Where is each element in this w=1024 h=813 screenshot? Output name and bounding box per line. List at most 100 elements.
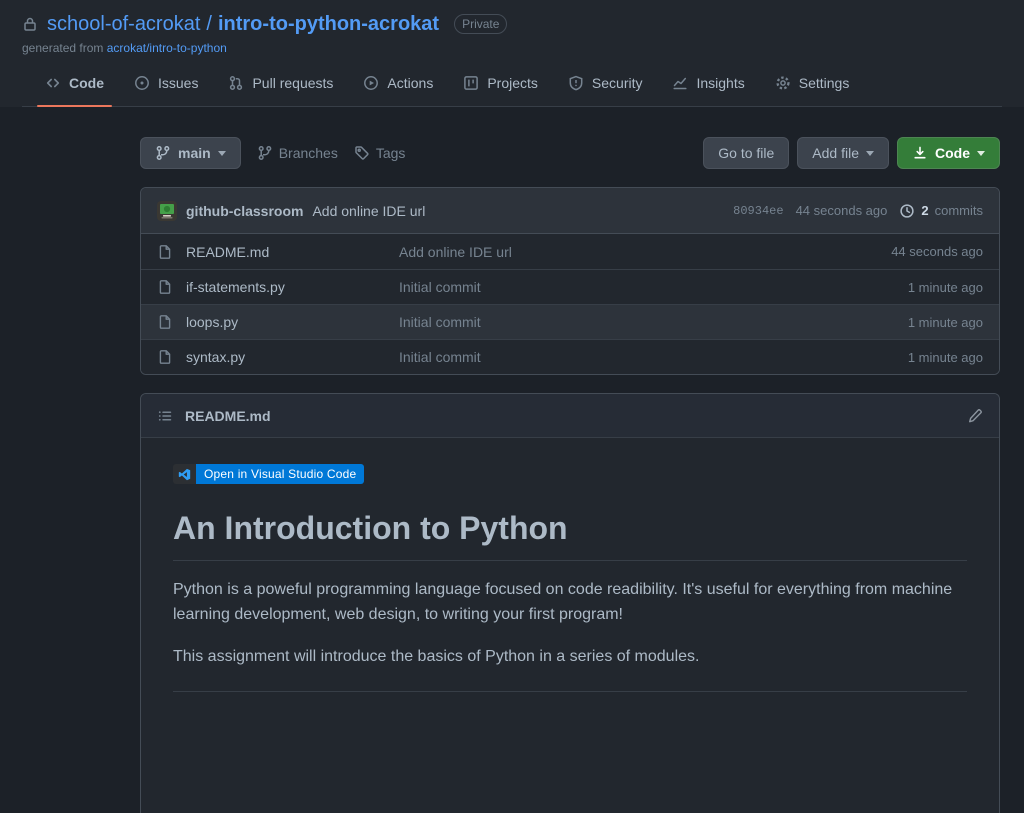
- file-commit-time: 1 minute ago: [908, 350, 983, 365]
- repo-breadcrumb: school-of-acrokat / intro-to-python-acro…: [47, 10, 439, 38]
- table-row[interactable]: README.md Add online IDE url 44 seconds …: [141, 234, 999, 269]
- file-name-link[interactable]: if-statements.py: [186, 279, 399, 295]
- code-button-label: Code: [935, 143, 970, 163]
- add-file-button[interactable]: Add file: [797, 137, 889, 169]
- graph-icon: [672, 75, 688, 91]
- add-file-label: Add file: [812, 143, 859, 163]
- download-icon: [912, 145, 928, 161]
- file-icon: [157, 349, 173, 365]
- tab-label: Code: [69, 75, 104, 91]
- commit-author-link[interactable]: github-classroom: [186, 203, 303, 219]
- main-content: main Branches T: [0, 107, 1024, 813]
- readme-box: README.md Open in Visual Studio Code: [140, 393, 1000, 813]
- tab-label: Actions: [387, 75, 433, 91]
- branch-name: main: [178, 143, 211, 163]
- tag-icon: [354, 145, 370, 161]
- repo-name-link[interactable]: intro-to-python-acrokat: [218, 10, 439, 38]
- file-commit-message-link[interactable]: Initial commit: [399, 349, 908, 365]
- latest-commit-bar: github-classroom Add online IDE url 8093…: [141, 188, 999, 234]
- file-browser-box: github-classroom Add online IDE url 8093…: [140, 187, 1000, 375]
- commit-count: 2: [921, 203, 928, 218]
- pull-request-icon: [228, 75, 244, 91]
- tab-label: Issues: [158, 75, 198, 91]
- file-commit-message-link[interactable]: Initial commit: [399, 314, 908, 330]
- tab-actions[interactable]: Actions: [355, 69, 441, 106]
- list-icon[interactable]: [157, 408, 173, 424]
- file-commit-time: 1 minute ago: [908, 280, 983, 295]
- table-row[interactable]: if-statements.py Initial commit 1 minute…: [141, 269, 999, 304]
- table-row[interactable]: loops.py Initial commit 1 minute ago: [141, 304, 999, 339]
- file-icon: [157, 279, 173, 295]
- generated-from-label: generated from: [22, 41, 103, 55]
- file-commit-time: 1 minute ago: [908, 315, 983, 330]
- file-commit-time: 44 seconds ago: [891, 244, 983, 259]
- tab-label: Pull requests: [252, 75, 333, 91]
- repo-title-row: school-of-acrokat / intro-to-python-acro…: [22, 10, 1002, 38]
- project-icon: [463, 75, 479, 91]
- gear-icon: [775, 75, 791, 91]
- chevron-down-icon: [977, 151, 985, 156]
- tab-projects[interactable]: Projects: [455, 69, 546, 106]
- commit-message-link[interactable]: Add online IDE url: [312, 203, 425, 219]
- file-commit-message-link[interactable]: Add online IDE url: [399, 244, 891, 260]
- chevron-down-icon: [218, 151, 226, 156]
- tab-insights[interactable]: Insights: [664, 69, 752, 106]
- section-divider: [173, 691, 967, 692]
- commit-history-link[interactable]: 2 commits: [899, 203, 983, 219]
- tab-label: Settings: [799, 75, 850, 91]
- play-icon: [363, 75, 379, 91]
- issue-icon: [134, 75, 150, 91]
- file-name-link[interactable]: loops.py: [186, 314, 399, 330]
- tab-settings[interactable]: Settings: [767, 69, 858, 106]
- readme-filename[interactable]: README.md: [185, 408, 271, 424]
- branch-icon: [155, 145, 171, 161]
- tab-label: Security: [592, 75, 643, 91]
- visibility-badge: Private: [454, 14, 507, 34]
- repo-nav: Code Issues Pull requests: [22, 69, 1002, 107]
- file-icon: [157, 244, 173, 260]
- tab-label: Projects: [487, 75, 538, 91]
- commit-hash-link[interactable]: 80934ee: [733, 204, 783, 218]
- file-commit-message-link[interactable]: Initial commit: [399, 279, 908, 295]
- commits-label: commits: [935, 203, 983, 218]
- breadcrumb-separator: /: [206, 10, 212, 38]
- go-to-file-button[interactable]: Go to file: [703, 137, 789, 169]
- branches-link[interactable]: Branches: [257, 145, 338, 161]
- shield-icon: [568, 75, 584, 91]
- open-in-vscode-badge[interactable]: Open in Visual Studio Code: [173, 464, 364, 484]
- badge-label: Open in Visual Studio Code: [196, 464, 364, 484]
- readme-paragraph: Python is a poweful programming language…: [173, 577, 967, 628]
- tab-issues[interactable]: Issues: [126, 69, 206, 106]
- commit-meta: 80934ee 44 seconds ago 2 commits: [733, 203, 983, 219]
- file-icon: [157, 314, 173, 330]
- branch-selector-button[interactable]: main: [140, 137, 241, 169]
- readme-header: README.md: [141, 394, 999, 438]
- readme-heading: An Introduction to Python: [173, 508, 967, 561]
- file-name-link[interactable]: syntax.py: [186, 349, 399, 365]
- generated-from-link[interactable]: acrokat/intro-to-python: [107, 41, 227, 55]
- code-button[interactable]: Code: [897, 137, 1000, 169]
- pencil-icon[interactable]: [967, 408, 983, 424]
- tags-link[interactable]: Tags: [354, 145, 406, 161]
- branches-label: Branches: [279, 145, 338, 161]
- commit-timestamp: 44 seconds ago: [796, 203, 888, 218]
- vscode-icon: [173, 464, 196, 484]
- repo-header: school-of-acrokat / intro-to-python-acro…: [0, 0, 1024, 107]
- repo-toolbar: main Branches T: [140, 137, 1000, 169]
- tab-security[interactable]: Security: [560, 69, 651, 106]
- branch-icon: [257, 145, 273, 161]
- tags-label: Tags: [376, 145, 406, 161]
- tab-code[interactable]: Code: [37, 69, 112, 106]
- readme-body: Open in Visual Studio Code An Introducti…: [141, 438, 999, 718]
- table-row[interactable]: syntax.py Initial commit 1 minute ago: [141, 339, 999, 374]
- lock-icon: [22, 16, 38, 32]
- file-name-link[interactable]: README.md: [186, 244, 399, 260]
- repo-owner-link[interactable]: school-of-acrokat: [47, 10, 200, 38]
- chevron-down-icon: [866, 151, 874, 156]
- tab-label: Insights: [696, 75, 744, 91]
- toolbar-right: Go to file Add file Code: [703, 137, 1000, 169]
- generated-from: generated from acrokat/intro-to-python: [22, 41, 1002, 55]
- code-icon: [45, 75, 61, 91]
- tab-pull-requests[interactable]: Pull requests: [220, 69, 341, 106]
- avatar[interactable]: [157, 201, 177, 221]
